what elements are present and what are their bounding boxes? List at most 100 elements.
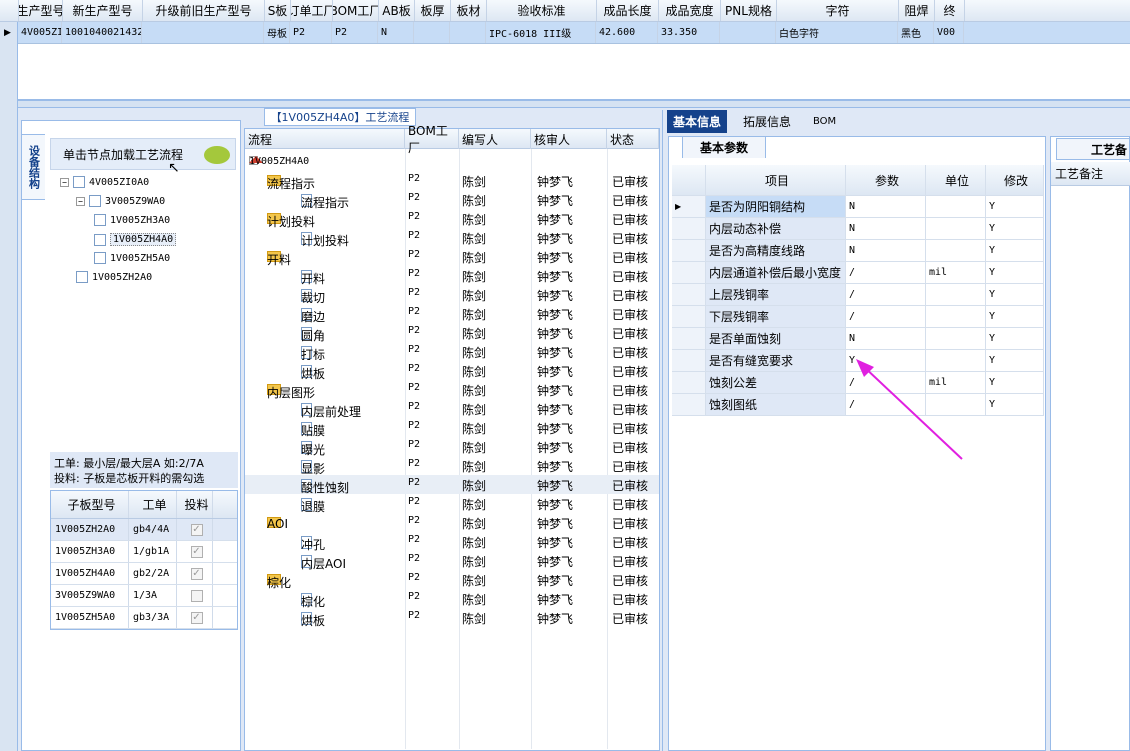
flow-root-row[interactable]: −1V005ZH4A0 bbox=[245, 152, 659, 171]
param-mod[interactable]: Y bbox=[986, 196, 1044, 218]
vertical-splitter[interactable] bbox=[662, 110, 666, 751]
table-row[interactable]: 1V005ZH3A0 1/gb1A ✓ bbox=[51, 541, 237, 563]
row-header[interactable] bbox=[672, 394, 706, 416]
feed-checkbox[interactable] bbox=[190, 589, 203, 602]
col-header[interactable]: 阻焊 bbox=[899, 0, 935, 21]
tab-basic-params[interactable]: 基本参数 bbox=[682, 136, 766, 158]
grid-cell[interactable]: 10010400214323 bbox=[62, 22, 142, 43]
param-item[interactable]: 蚀刻公差 bbox=[706, 372, 846, 394]
flow-step-row[interactable]: 棕化 P2 陈剑 钟梦飞 已审核 bbox=[245, 589, 659, 609]
col-header[interactable]: PNL规格 bbox=[721, 0, 777, 21]
col-header[interactable]: 成品宽度 bbox=[659, 0, 721, 21]
param-unit[interactable] bbox=[926, 328, 986, 350]
flow-step-row[interactable]: 磨边 P2 陈剑 钟梦飞 已审核 bbox=[245, 304, 659, 324]
param-param[interactable]: / bbox=[846, 262, 926, 284]
subboard-model[interactable]: 1V005ZH5A0 bbox=[51, 607, 129, 628]
grid-cell[interactable]: P2 bbox=[332, 22, 378, 43]
param-mod[interactable]: Y bbox=[986, 394, 1044, 416]
param-item[interactable]: 下层残铜率 bbox=[706, 306, 846, 328]
subboard-model[interactable]: 3V005Z9WA0 bbox=[51, 585, 129, 606]
row-header[interactable]: ▶ bbox=[672, 196, 706, 218]
col-header[interactable]: 终 bbox=[935, 0, 965, 21]
flow-group-row[interactable]: −计划投料P2陈剑钟梦飞已审核 bbox=[245, 209, 659, 229]
param-item[interactable]: 是否有缝宽要求 bbox=[706, 350, 846, 372]
process-flow-grid[interactable]: 流程BOM工厂编写人核审人状态−1V005ZH4A0−流程指示P2陈剑钟梦飞已审… bbox=[244, 124, 660, 751]
feed-checkbox-cell[interactable]: ✓ bbox=[177, 519, 213, 540]
horizontal-splitter[interactable] bbox=[18, 100, 1130, 108]
flow-step-row[interactable]: 退膜 P2 陈剑 钟梦飞 已审核 bbox=[245, 494, 659, 514]
param-item[interactable]: 内层动态补偿 bbox=[706, 218, 846, 240]
tree-node[interactable]: 1V005ZH4A0 bbox=[94, 233, 177, 246]
col-header[interactable]: 修改 bbox=[986, 165, 1044, 196]
param-param[interactable]: N bbox=[846, 218, 926, 240]
param-mod[interactable]: Y bbox=[986, 262, 1044, 284]
grid-cell[interactable]: 黑色 bbox=[898, 22, 934, 43]
row-header[interactable] bbox=[672, 262, 706, 284]
param-mod[interactable]: Y bbox=[986, 240, 1044, 262]
feed-checkbox[interactable]: ✓ bbox=[190, 545, 203, 558]
col-header[interactable]: 单位 bbox=[926, 165, 986, 196]
tab-basic-info[interactable]: 基本信息 bbox=[667, 110, 728, 133]
col-header[interactable]: 参数 bbox=[846, 165, 926, 196]
row-header[interactable] bbox=[672, 372, 706, 394]
flow-step-row[interactable]: 冲孔 P2 陈剑 钟梦飞 已审核 bbox=[245, 532, 659, 552]
param-param[interactable]: / bbox=[846, 284, 926, 306]
param-mod[interactable]: Y bbox=[986, 306, 1044, 328]
param-mod[interactable]: Y bbox=[986, 218, 1044, 240]
production-grid-row[interactable]: 4V005ZI0A010010400214323母板P2P2NIPC-6018 … bbox=[18, 22, 1130, 44]
grid-cell[interactable]: 白色字符 bbox=[776, 22, 898, 43]
grid-cell[interactable]: V00 bbox=[934, 22, 964, 43]
tab-device-structure[interactable]: 设备结构 bbox=[21, 134, 45, 200]
grid-cell[interactable]: 33.350 bbox=[658, 22, 720, 43]
param-param[interactable]: N bbox=[846, 328, 926, 350]
col-header[interactable]: 成品长度 bbox=[597, 0, 659, 21]
grid-cell[interactable]: IPC-6018 III级 bbox=[486, 22, 596, 43]
subboard-order[interactable]: 1/3A bbox=[129, 585, 177, 606]
table-row[interactable]: 1V005ZH4A0 gb2/2A ✓ bbox=[51, 563, 237, 585]
feed-checkbox[interactable]: ✓ bbox=[190, 567, 203, 580]
col-header[interactable]: 板材 bbox=[451, 0, 487, 21]
row-header[interactable] bbox=[672, 218, 706, 240]
col-header[interactable]: 订单工厂 bbox=[291, 0, 333, 21]
col-header[interactable]: 编写人 bbox=[459, 129, 531, 149]
param-unit[interactable] bbox=[926, 240, 986, 262]
table-row[interactable]: 1V005ZH2A0 gb4/4A ✓ bbox=[51, 519, 237, 541]
tab-process-memo[interactable]: 工艺备 bbox=[1056, 138, 1130, 160]
grid-cell[interactable] bbox=[720, 22, 776, 43]
subboard-grid[interactable]: 子板型号 工单 投料 1V005ZH2A0 gb4/4A ✓ 1V005ZH3A0 1/gb1… bbox=[50, 490, 238, 630]
grid-cell[interactable] bbox=[142, 22, 264, 43]
subboard-model[interactable]: 1V005ZH3A0 bbox=[51, 541, 129, 562]
row-header[interactable] bbox=[672, 350, 706, 372]
param-item[interactable]: 是否为高精度线路 bbox=[706, 240, 846, 262]
col-header[interactable]: 验收标准 bbox=[487, 0, 597, 21]
feed-checkbox-cell[interactable] bbox=[177, 585, 213, 606]
flow-group-row[interactable]: −AOIP2陈剑钟梦飞已审核 bbox=[245, 513, 659, 532]
grid-cell[interactable]: P2 bbox=[290, 22, 332, 43]
col-header[interactable]: 流程 bbox=[245, 129, 405, 149]
flow-step-row[interactable]: 计划投料 P2 陈剑 钟梦飞 已审核 bbox=[245, 228, 659, 248]
col-header[interactable]: 投料 bbox=[177, 491, 213, 518]
col-header[interactable]: 项目 bbox=[706, 165, 846, 196]
row-header[interactable] bbox=[672, 328, 706, 350]
feed-checkbox[interactable]: ✓ bbox=[190, 611, 203, 624]
flow-group-row[interactable]: −开料P2陈剑钟梦飞已审核 bbox=[245, 247, 659, 267]
collapse-icon[interactable]: − bbox=[60, 177, 69, 187]
row-header[interactable] bbox=[672, 240, 706, 262]
param-unit[interactable] bbox=[926, 284, 986, 306]
flow-step-row[interactable]: 内层前处理 P2 陈剑 钟梦飞 已审核 bbox=[245, 399, 659, 419]
param-mod[interactable]: Y bbox=[986, 350, 1044, 372]
param-mod[interactable]: Y bbox=[986, 328, 1044, 350]
param-unit[interactable] bbox=[926, 306, 986, 328]
col-header[interactable]: BOM工厂 bbox=[333, 0, 379, 21]
tree-node[interactable]: 1V005ZH5A0 bbox=[94, 252, 170, 264]
subboard-order[interactable]: gb4/4A bbox=[129, 519, 177, 540]
flow-step-row[interactable]: 内层AOI P2 陈剑 钟梦飞 已审核 bbox=[245, 551, 659, 571]
flow-step-row[interactable]: 酸性蚀刻 P2 陈剑 钟梦飞 已审核 bbox=[245, 475, 659, 495]
col-header[interactable]: S板 bbox=[265, 0, 291, 21]
param-item[interactable]: 蚀刻图纸 bbox=[706, 394, 846, 416]
param-mod[interactable]: Y bbox=[986, 372, 1044, 394]
subboard-model[interactable]: 1V005ZH2A0 bbox=[51, 519, 129, 540]
param-unit[interactable] bbox=[926, 196, 986, 218]
grid-cell[interactable]: 42.600 bbox=[596, 22, 658, 43]
grid-cell[interactable]: N bbox=[378, 22, 414, 43]
